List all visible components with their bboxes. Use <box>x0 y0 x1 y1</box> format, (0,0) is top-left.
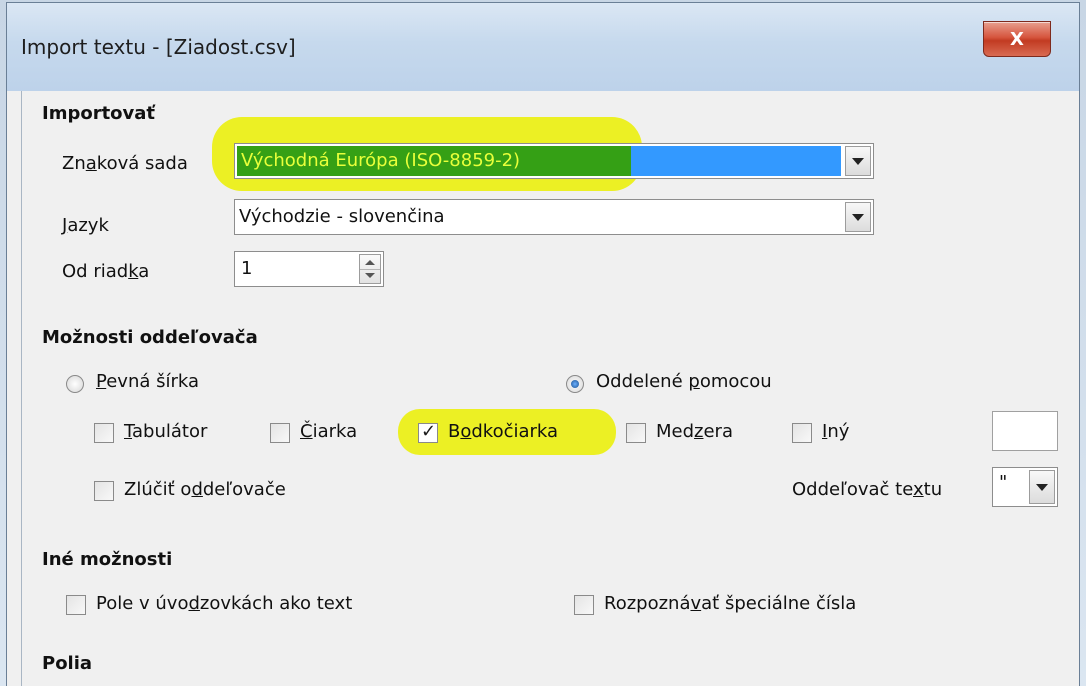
text-delimiter-value: " <box>999 472 1008 493</box>
spin-up-icon[interactable] <box>365 260 375 265</box>
charset-select[interactable]: Východná Európa (ISO-8859-2) <box>234 143 874 179</box>
language-select[interactable]: Východzie - slovenčina <box>234 199 874 235</box>
text-delimiter-dropdown-button[interactable] <box>1029 470 1055 504</box>
language-label: Jazyk <box>62 215 109 236</box>
comma-label: Čiarka <box>300 421 358 442</box>
language-value: Východzie - slovenčina <box>239 206 445 227</box>
semicolon-checkbox[interactable] <box>418 421 438 443</box>
charset-label: Znaková sada <box>62 153 188 174</box>
charset-value: Východná Európa (ISO-8859-2) <box>237 146 841 176</box>
fixed-width-radio[interactable] <box>66 375 84 393</box>
fixed-width-label: Pevná šírka <box>96 371 200 392</box>
comma-checkbox[interactable] <box>270 423 290 443</box>
space-label: Medzera <box>656 421 733 442</box>
space-checkbox[interactable] <box>626 423 646 443</box>
other-options-heading: Iné možnosti <box>42 549 173 570</box>
charset-dropdown-button[interactable] <box>845 146 871 176</box>
language-dropdown-button[interactable] <box>845 202 871 232</box>
text-delimiter-label: Oddeľovač textu <box>792 479 943 500</box>
tab-checkbox[interactable] <box>94 423 114 443</box>
import-text-dialog: Import textu - [Ziadost.csv] X Importova… <box>6 2 1080 686</box>
import-heading: Importovať <box>42 103 156 124</box>
semicolon-label: Bodkočiarka <box>448 421 559 442</box>
tab-label: Tabulátor <box>124 421 208 442</box>
merge-delimiters-label: Zlúčiť oddeľovače <box>124 479 286 500</box>
chevron-down-icon <box>852 213 864 221</box>
title-bar[interactable]: Import textu - [Ziadost.csv] X <box>7 3 1079 91</box>
separated-by-radio[interactable] <box>566 375 584 393</box>
from-row-value: 1 <box>241 258 253 279</box>
spinner-buttons[interactable] <box>359 254 381 284</box>
other-separator-input[interactable] <box>992 411 1058 451</box>
from-row-label: Od riadka <box>62 261 150 282</box>
merge-delimiters-checkbox[interactable] <box>94 481 114 501</box>
from-row-spinner[interactable]: 1 <box>234 251 384 287</box>
separator-heading: Možnosti oddeľovača <box>42 327 258 348</box>
separated-by-label: Oddelené pomocou <box>596 371 772 392</box>
chevron-down-icon <box>852 157 864 165</box>
chevron-down-icon <box>1036 483 1048 491</box>
spin-down-icon[interactable] <box>365 273 375 278</box>
other-label: Iný <box>822 421 850 442</box>
other-checkbox[interactable] <box>792 423 812 443</box>
close-icon: X <box>1010 28 1024 50</box>
detect-special-numbers-label: Rozpoznávať špeciálne čísla <box>604 593 857 614</box>
fields-heading: Polia <box>42 653 93 674</box>
detect-special-numbers-checkbox[interactable] <box>574 595 594 615</box>
quoted-as-text-label: Pole v úvodzovkách ako text <box>96 593 353 614</box>
close-button[interactable]: X <box>983 21 1051 57</box>
text-delimiter-select[interactable]: " <box>992 467 1058 507</box>
dialog-content: Importovať Znaková sada Východná Európa … <box>21 91 1079 686</box>
window-title: Import textu - [Ziadost.csv] <box>21 35 296 59</box>
quoted-as-text-checkbox[interactable] <box>66 595 86 615</box>
